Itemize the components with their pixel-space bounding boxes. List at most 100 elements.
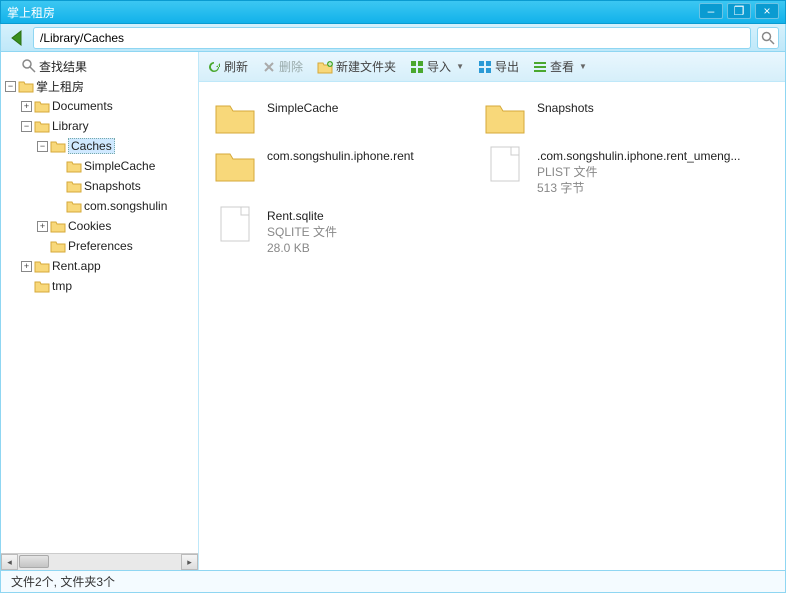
- export-icon: [478, 60, 492, 74]
- folder-open-icon: [50, 138, 66, 154]
- tree-cookies[interactable]: + Cookies: [1, 216, 198, 236]
- item-size: 513 字节: [537, 180, 740, 196]
- close-button[interactable]: ×: [755, 3, 779, 19]
- new-folder-icon: [317, 60, 333, 74]
- path-input[interactable]: [33, 27, 751, 49]
- tree-label: 掌上租房: [36, 78, 84, 95]
- folder-icon: [50, 218, 66, 234]
- expander-icon[interactable]: +: [37, 221, 48, 232]
- import-button[interactable]: 导入 ▼: [410, 58, 464, 75]
- folder-icon: [66, 198, 82, 214]
- item-subtitle: PLIST 文件: [537, 164, 740, 180]
- button-label: 导入: [427, 58, 451, 75]
- main-area: 查找结果 − 掌上租房 + Documents − Library: [0, 52, 786, 571]
- sidebar-horizontal-scrollbar[interactable]: ◂ ▸: [1, 553, 198, 570]
- folder-icon: [34, 278, 50, 294]
- tree-label: com.songshulin: [84, 199, 167, 213]
- item-name: Rent.sqlite: [267, 208, 337, 224]
- list-item[interactable]: Rent.sqlite SQLITE 文件 28.0 KB: [209, 200, 479, 260]
- button-label: 新建文件夹: [336, 58, 396, 75]
- tree-root[interactable]: − 掌上租房: [1, 76, 198, 96]
- tree-label: SimpleCache: [84, 159, 155, 173]
- address-bar: [0, 24, 786, 52]
- search-button[interactable]: [757, 27, 779, 49]
- folder-icon: [213, 96, 257, 136]
- title-bar: 掌上租房 – ❐ ×: [0, 0, 786, 24]
- minimize-button[interactable]: –: [699, 3, 723, 19]
- tree-documents[interactable]: + Documents: [1, 96, 198, 116]
- tree-label: Preferences: [68, 239, 133, 253]
- status-text: 文件2个, 文件夹3个: [11, 573, 115, 590]
- content-pane: 刷新 删除 新建文件夹 导入 ▼ 导出 查看 ▼: [199, 52, 785, 570]
- view-button[interactable]: 查看 ▼: [533, 58, 587, 75]
- tree-label: 查找结果: [39, 58, 87, 75]
- expander-icon[interactable]: +: [21, 261, 32, 272]
- expander-icon[interactable]: −: [5, 81, 16, 92]
- folder-icon: [34, 98, 50, 114]
- list-item[interactable]: SimpleCache: [209, 92, 479, 140]
- file-list[interactable]: SimpleCache Snapshots com.songshulin.iph…: [199, 82, 785, 570]
- view-icon: [533, 60, 547, 74]
- scroll-right-button[interactable]: ▸: [181, 554, 198, 570]
- item-name: .com.songshulin.iphone.rent_umeng...: [537, 148, 740, 164]
- folder-icon: [483, 96, 527, 136]
- tree-label: Cookies: [68, 219, 111, 233]
- tree-library[interactable]: − Library: [1, 116, 198, 136]
- expander-icon[interactable]: −: [21, 121, 32, 132]
- window-controls: – ❐ ×: [699, 3, 779, 19]
- toolbar: 刷新 删除 新建文件夹 导入 ▼ 导出 查看 ▼: [199, 52, 785, 82]
- list-item[interactable]: com.songshulin.iphone.rent: [209, 140, 479, 200]
- item-size: 28.0 KB: [267, 240, 337, 256]
- folder-icon: [18, 78, 34, 94]
- button-label: 导出: [495, 58, 519, 75]
- tree-tmp[interactable]: tmp: [1, 276, 198, 296]
- folder-icon: [50, 238, 66, 254]
- back-arrow-icon: [7, 28, 27, 48]
- item-name: com.songshulin.iphone.rent: [267, 148, 414, 164]
- import-icon: [410, 60, 424, 74]
- tree-label: Library: [52, 119, 89, 133]
- magnifier-icon: [21, 58, 37, 74]
- export-button[interactable]: 导出: [478, 58, 519, 75]
- tree-label: Documents: [52, 99, 113, 113]
- refresh-button[interactable]: 刷新: [207, 58, 248, 75]
- button-label: 查看: [550, 58, 574, 75]
- list-item[interactable]: .com.songshulin.iphone.rent_umeng... PLI…: [479, 140, 749, 200]
- delete-button[interactable]: 删除: [262, 58, 303, 75]
- magnifier-icon: [761, 31, 775, 45]
- item-subtitle: SQLITE 文件: [267, 224, 337, 240]
- tree-snapshots[interactable]: Snapshots: [1, 176, 198, 196]
- folder-icon: [66, 178, 82, 194]
- button-label: 删除: [279, 58, 303, 75]
- new-folder-button[interactable]: 新建文件夹: [317, 58, 396, 75]
- dropdown-arrow-icon: ▼: [579, 62, 587, 71]
- folder-tree: 查找结果 − 掌上租房 + Documents − Library: [1, 52, 198, 553]
- maximize-button[interactable]: ❐: [727, 3, 751, 19]
- scroll-left-button[interactable]: ◂: [1, 554, 18, 570]
- tree-label: Caches: [68, 138, 115, 154]
- scroll-thumb[interactable]: [19, 555, 49, 568]
- folder-open-icon: [34, 118, 50, 134]
- tree-label: Snapshots: [84, 179, 141, 193]
- tree-preferences[interactable]: Preferences: [1, 236, 198, 256]
- back-button[interactable]: [7, 28, 27, 48]
- list-item[interactable]: Snapshots: [479, 92, 749, 140]
- dropdown-arrow-icon: ▼: [456, 62, 464, 71]
- window-title: 掌上租房: [7, 4, 55, 21]
- tree-comsongshulin[interactable]: com.songshulin: [1, 196, 198, 216]
- item-name: SimpleCache: [267, 100, 338, 116]
- tree-search-results[interactable]: 查找结果: [1, 56, 198, 76]
- folder-icon: [66, 158, 82, 174]
- button-label: 刷新: [224, 58, 248, 75]
- file-icon: [483, 144, 527, 184]
- sidebar: 查找结果 − 掌上租房 + Documents − Library: [1, 52, 199, 570]
- delete-icon: [262, 60, 276, 74]
- file-icon: [213, 204, 257, 244]
- item-name: Snapshots: [537, 100, 594, 116]
- expander-icon[interactable]: −: [37, 141, 48, 152]
- tree-caches[interactable]: − Caches: [1, 136, 198, 156]
- tree-simplecache[interactable]: SimpleCache: [1, 156, 198, 176]
- expander-icon[interactable]: +: [21, 101, 32, 112]
- scroll-track[interactable]: [50, 554, 181, 570]
- tree-rentapp[interactable]: + Rent.app: [1, 256, 198, 276]
